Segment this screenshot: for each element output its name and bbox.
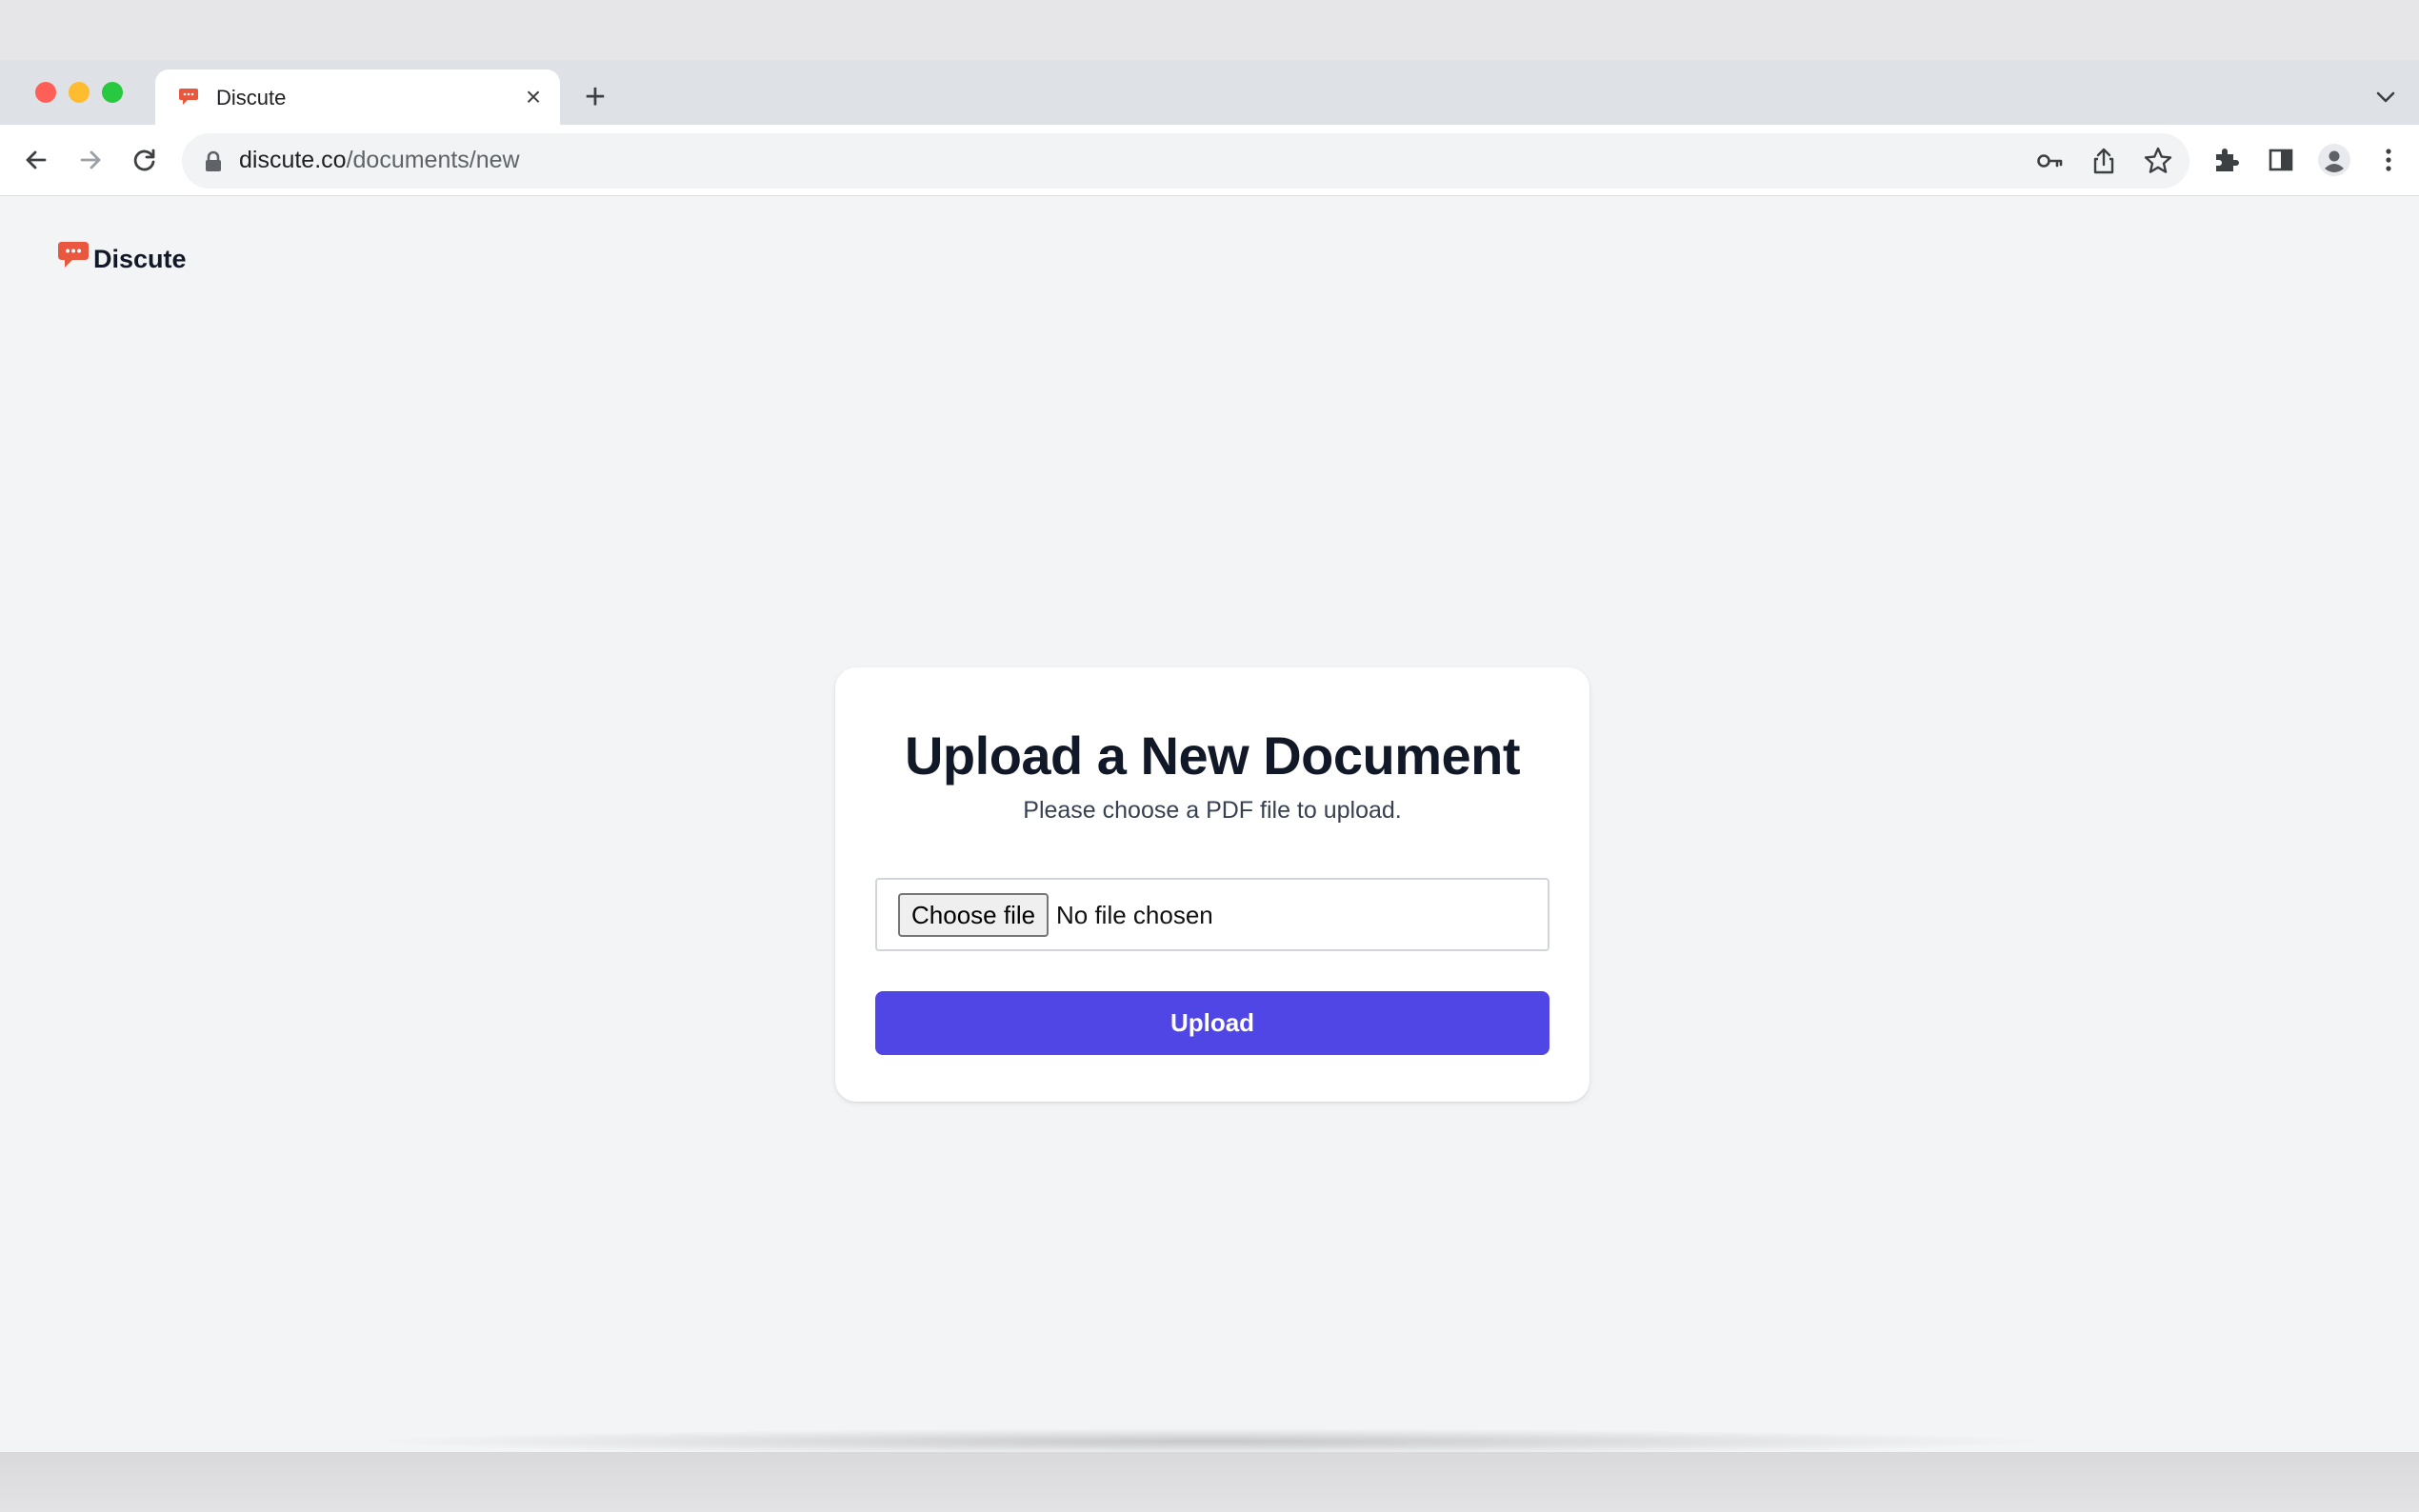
brand-name: Discute <box>93 245 187 273</box>
page-subtitle: Please choose a PDF file to upload. <box>1023 797 1402 824</box>
close-window-button[interactable] <box>35 82 56 103</box>
chat-bubble-icon <box>179 89 198 105</box>
kebab-menu-icon[interactable] <box>2371 143 2406 177</box>
tab-discute[interactable]: Discute × <box>155 70 560 127</box>
page-content: Discute Upload a New Document Please cho… <box>0 197 2419 1452</box>
minimize-window-button[interactable] <box>69 82 90 103</box>
address-bar[interactable]: discute.co/documents/new <box>182 133 2189 189</box>
star-icon[interactable] <box>2142 145 2174 177</box>
choose-file-button[interactable]: Choose file <box>898 893 1050 937</box>
close-tab-button[interactable]: × <box>519 83 548 111</box>
desktop-bottom-strip <box>0 1452 2419 1512</box>
tab-title: Discute <box>216 86 287 109</box>
key-icon[interactable] <box>2034 145 2067 177</box>
arrow-left-icon[interactable] <box>19 143 53 177</box>
upload-card: Upload a New Document Please choose a PD… <box>835 667 1589 1102</box>
screen: Discute × + discute.co/documents/new Dis… <box>0 0 2419 1512</box>
browser-toolbar: discute.co/documents/new <box>0 125 2419 196</box>
new-tab-button[interactable]: + <box>576 79 614 117</box>
maximize-window-button[interactable] <box>102 82 123 103</box>
file-input[interactable]: Choose file No file chosen <box>875 878 1549 951</box>
chevron-down-icon[interactable] <box>2371 83 2400 111</box>
upload-button[interactable]: Upload <box>875 991 1549 1055</box>
profile-avatar-icon[interactable] <box>2317 143 2351 177</box>
url-path: /documents/new <box>346 147 520 173</box>
side-panel-icon[interactable] <box>2264 143 2298 177</box>
window-shadow <box>362 1428 2057 1455</box>
chat-bubble-icon <box>58 242 89 268</box>
lock-icon[interactable] <box>203 150 224 173</box>
page-title: Upload a New Document <box>904 726 1521 786</box>
desktop-top-strip <box>0 0 2419 60</box>
browser-window: Discute × + discute.co/documents/new Dis… <box>0 60 2419 1452</box>
tab-bar: Discute × + <box>0 60 2419 127</box>
puzzle-icon[interactable] <box>2209 143 2244 177</box>
arrow-right-icon[interactable] <box>73 143 108 177</box>
url-text[interactable]: discute.co/documents/new <box>239 147 520 174</box>
url-domain: discute.co <box>239 147 347 173</box>
file-status-text: No file chosen <box>1056 901 1213 929</box>
share-icon[interactable] <box>2088 145 2120 177</box>
reload-icon[interactable] <box>128 143 162 177</box>
